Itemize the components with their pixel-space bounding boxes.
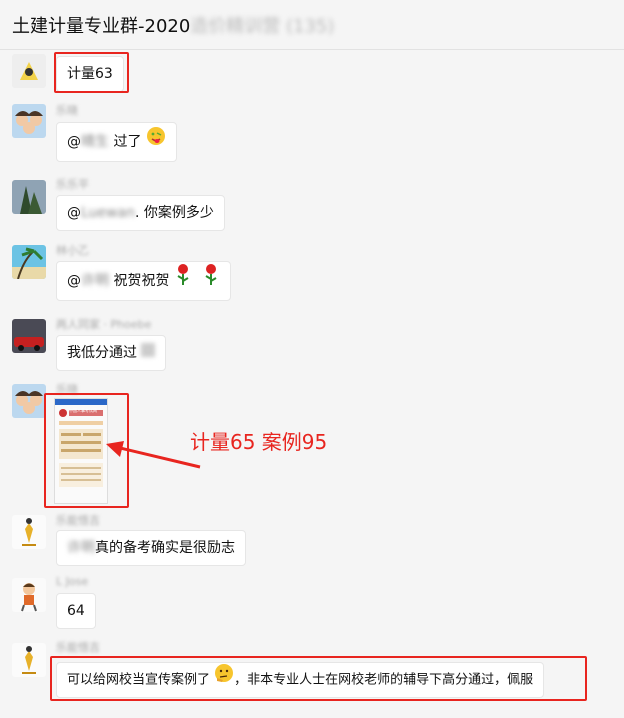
message-bubble[interactable]: 我低分通过 — [56, 335, 167, 371]
avatar[interactable] — [12, 384, 46, 418]
sender-name: 乐晓 — [56, 104, 78, 117]
sender-name: 乐乐平 — [56, 178, 89, 191]
message-bubble[interactable]: @Luewan. 你案例多少 — [56, 195, 225, 231]
sender-name: 两人同家 · Phoebe — [56, 318, 152, 331]
chat-header: 土建计量专业群-2020造价精训营 (135) — [0, 0, 624, 50]
sender-name: 乐能悟吉 — [56, 641, 100, 654]
avatar[interactable] — [12, 104, 46, 138]
avatar[interactable] — [12, 180, 46, 214]
rose-icon — [202, 262, 220, 300]
avatar[interactable] — [12, 643, 46, 677]
highlight-box — [54, 52, 129, 93]
message-bubble[interactable]: 64 — [56, 593, 96, 629]
sender-name: 乐能悟吉 — [56, 514, 100, 527]
message-bubble[interactable]: @许明 祝贺祝贺 — [56, 261, 232, 301]
score-annotation: 计量65 案例95 — [190, 430, 328, 454]
sender-name: L Jose — [56, 575, 89, 588]
rose-icon — [174, 262, 192, 300]
avatar[interactable] — [12, 515, 46, 549]
highlight-box — [50, 656, 587, 701]
winking-tongue-emoji-icon — [146, 123, 166, 161]
message-bubble[interactable]: 许明真的备考确实是很励志 — [56, 530, 246, 566]
avatar[interactable] — [12, 245, 46, 279]
avatar[interactable] — [12, 578, 46, 612]
avatar[interactable] — [12, 54, 46, 88]
group-title: 土建计量专业群-2020造价精训营 (135) — [12, 16, 335, 37]
emoji-icon — [141, 336, 156, 370]
avatar[interactable] — [12, 319, 46, 353]
message-bubble[interactable]: @晴生 过了 — [56, 122, 177, 162]
sender-name: 林小乙 — [56, 244, 89, 257]
